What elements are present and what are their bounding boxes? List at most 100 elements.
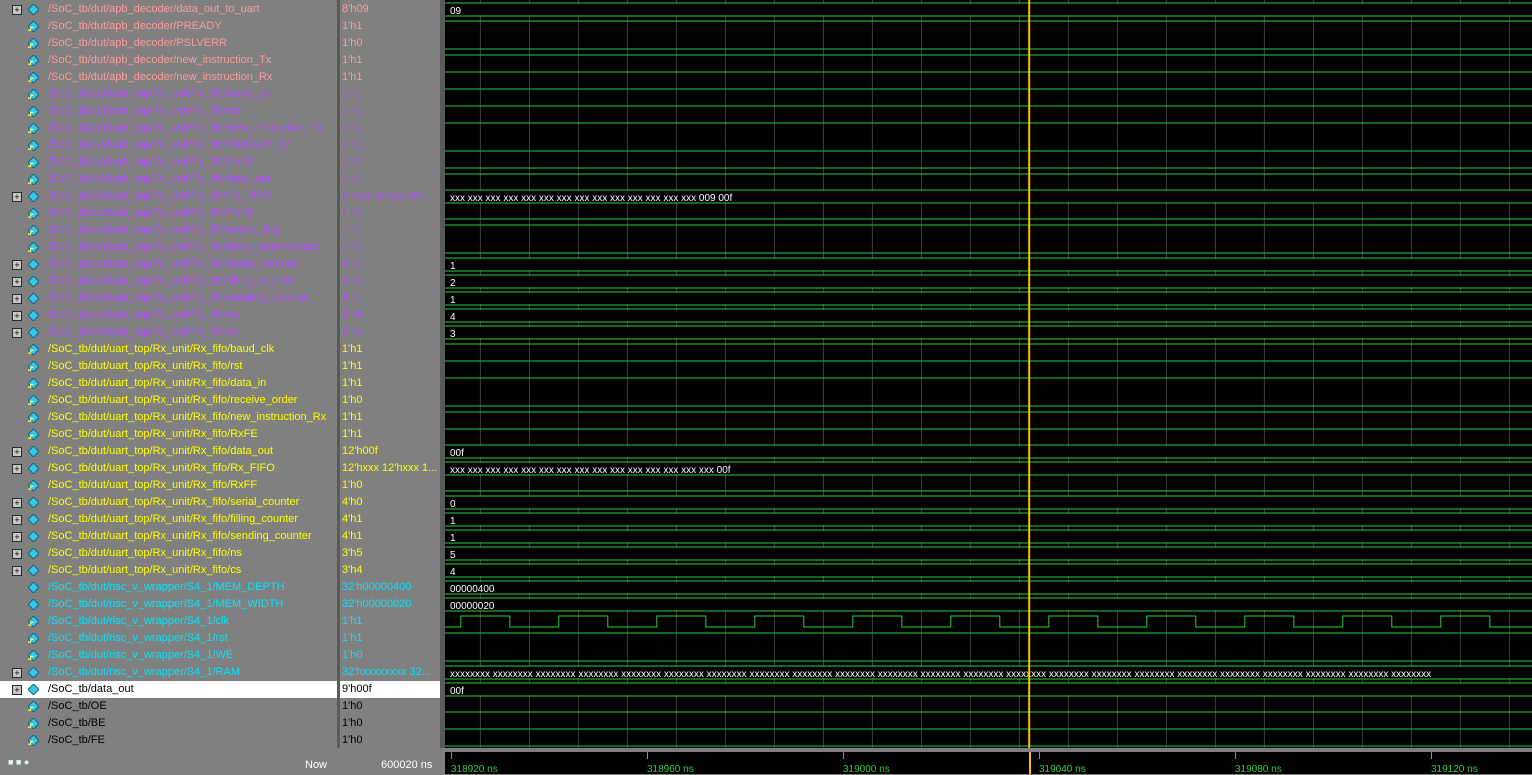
signal-value-row[interactable]: 1'h0 — [340, 239, 440, 256]
signal-value-row[interactable]: 1'h0 — [340, 205, 440, 222]
signal-value-row[interactable]: 12'h00f — [340, 443, 440, 460]
signal-row[interactable]: /SoC_tb/dut/uart_top/Tx_unit/Tx_fifo/don… — [0, 239, 337, 256]
signal-value-row[interactable]: 1'h1 — [340, 18, 440, 35]
waveform-pane[interactable]: 09 xxx xxx xxx xxx xxx xxx xxx xxx xxx xx… — [445, 0, 1532, 748]
signal-row[interactable]: + /SoC_tb/dut/apb_decoder/data_out_to_uar… — [0, 1, 337, 18]
signal-value-row[interactable]: 3'h4 — [340, 562, 440, 579]
expand-toggle-icon[interactable]: + — [12, 311, 22, 321]
signal-row[interactable]: /SoC_tb/dut/uart_top/Tx_unit/Tx_fifo/TxF… — [0, 154, 337, 171]
signal-value-row[interactable]: 1'h1 — [340, 171, 440, 188]
signal-value-row[interactable]: 1'h0 — [340, 698, 440, 715]
signal-row[interactable]: /SoC_tb/dut/risc_v_wrapper/S4_1/MEM_WIDT… — [0, 596, 337, 613]
signal-value-row[interactable]: 1'h0 — [340, 392, 440, 409]
expand-toggle-icon[interactable]: + — [12, 566, 22, 576]
signal-row[interactable]: /SoC_tb/dut/uart_top/Rx_unit/Rx_fifo/rst — [0, 358, 337, 375]
expand-toggle-icon[interactable]: + — [12, 328, 22, 338]
expand-toggle-icon[interactable]: + — [12, 260, 22, 270]
signal-row[interactable]: /SoC_tb/dut/uart_top/Rx_unit/Rx_fifo/bau… — [0, 341, 337, 358]
signal-row[interactable]: /SoC_tb/dut/apb_decoder/PREADY — [0, 18, 337, 35]
signal-value-row[interactable]: 32'h00000020 — [340, 596, 440, 613]
signal-row[interactable]: + /SoC_tb/dut/uart_top/Tx_unit/Tx_fifo/se… — [0, 290, 337, 307]
signal-row[interactable]: + /SoC_tb/dut/uart_top/Rx_unit/Rx_fifo/se… — [0, 494, 337, 511]
signal-row[interactable]: /SoC_tb/dut/apb_decoder/new_instruction_… — [0, 52, 337, 69]
signal-row[interactable]: /SoC_tb/FE — [0, 732, 337, 749]
signal-row[interactable]: /SoC_tb/dut/uart_top/Tx_unit/Tx_fifo/dat… — [0, 171, 337, 188]
signal-value-row[interactable]: 1'h1 — [340, 222, 440, 239]
signal-row[interactable]: /SoC_tb/dut/uart_top/Rx_unit/Rx_fifo/rec… — [0, 392, 337, 409]
signal-value-row[interactable]: 4'h1 — [340, 290, 440, 307]
signal-row[interactable]: /SoC_tb/dut/risc_v_wrapper/S4_1/WE — [0, 647, 337, 664]
signal-row[interactable]: /SoC_tb/dut/uart_top/Rx_unit/Rx_fifo/new… — [0, 409, 337, 426]
signal-value-row[interactable]: 12'hxxx 12'hxxx 1... — [340, 460, 440, 477]
signal-row[interactable]: /SoC_tb/dut/uart_top/Rx_unit/Rx_fifo/RxF… — [0, 477, 337, 494]
signal-row[interactable]: /SoC_tb/dut/uart_top/Tx_unit/Tx_fifo/PRE… — [0, 137, 337, 154]
signal-row[interactable]: /SoC_tb/dut/uart_top/Tx_unit/Tx_fifo/act… — [0, 222, 337, 239]
signal-row[interactable]: /SoC_tb/dut/uart_top/Tx_unit/Tx_fifo/TxF… — [0, 205, 337, 222]
signal-value-row[interactable]: 3'h4 — [340, 307, 440, 324]
signal-row[interactable]: /SoC_tb/dut/risc_v_wrapper/S4_1/rst — [0, 630, 337, 647]
signal-row[interactable]: /SoC_tb/dut/risc_v_wrapper/S4_1/clk — [0, 613, 337, 630]
signal-value-row[interactable]: 4'h0 — [340, 494, 440, 511]
signal-value-row[interactable]: 3'h5 — [340, 545, 440, 562]
expand-toggle-icon[interactable]: + — [12, 447, 22, 457]
signal-value-row[interactable]: 1'h1 — [340, 358, 440, 375]
signal-value-row[interactable]: 4'h1 — [340, 256, 440, 273]
signal-row[interactable]: + /SoC_tb/dut/risc_v_wrapper/S4_1/RAM — [0, 664, 337, 681]
signal-row[interactable]: /SoC_tb/dut/risc_v_wrapper/S4_1/MEM_DEPT… — [0, 579, 337, 596]
signal-value-row[interactable]: 1'h0 — [340, 647, 440, 664]
signal-value-row[interactable]: 1'h0 — [340, 154, 440, 171]
signal-value-row[interactable]: 4'h1 — [340, 528, 440, 545]
expand-toggle-icon[interactable]: + — [12, 532, 22, 542]
signal-row[interactable]: + /SoC_tb/dut/uart_top/Tx_unit/Tx_fifo/se… — [0, 256, 337, 273]
signal-value-row[interactable]: 1'h1 — [340, 341, 440, 358]
expand-toggle-icon[interactable]: + — [12, 277, 22, 287]
waveform-canvas[interactable]: 09 xxx xxx xxx xxx xxx xxx xxx xxx xxx xx… — [445, 0, 1532, 748]
signal-row[interactable]: /SoC_tb/dut/uart_top/Tx_unit/Tx_fifo/bau… — [0, 86, 337, 103]
expand-toggle-icon[interactable]: + — [12, 464, 22, 474]
signal-row[interactable]: /SoC_tb/dut/uart_top/Rx_unit/Rx_fifo/dat… — [0, 375, 337, 392]
signal-value-row[interactable]: 8'h09 — [340, 1, 440, 18]
signal-value-row[interactable]: 1'h1 — [340, 86, 440, 103]
signal-row[interactable]: /SoC_tb/dut/uart_top/Rx_unit/Rx_fifo/RxF… — [0, 426, 337, 443]
expand-toggle-icon[interactable]: + — [12, 5, 22, 15]
signal-row[interactable]: + /SoC_tb/dut/uart_top/Tx_unit/Tx_fifo/Tx… — [0, 188, 337, 205]
signal-value-row[interactable]: 1'h1 — [340, 409, 440, 426]
signal-value-row[interactable]: 1'h1 — [340, 426, 440, 443]
signal-value-row[interactable]: 1'h0 — [340, 715, 440, 732]
expand-toggle-icon[interactable]: + — [12, 685, 22, 695]
signal-row[interactable]: /SoC_tb/dut/apb_decoder/new_instruction_… — [0, 69, 337, 86]
timeline-cursor-marker[interactable] — [1029, 752, 1032, 774]
signal-value-row[interactable]: 9'hxxx 9'hxxx 9'h... — [340, 188, 440, 205]
signal-row[interactable]: /SoC_tb/BE — [0, 715, 337, 732]
signal-row[interactable]: + /SoC_tb/dut/uart_top/Rx_unit/Rx_fifo/cs — [0, 562, 337, 579]
signal-value-row[interactable]: 1'h0 — [340, 732, 440, 749]
signal-value-row[interactable]: 1'h1 — [340, 52, 440, 69]
signal-value-row[interactable]: 3'h3 — [340, 324, 440, 341]
signal-row[interactable]: /SoC_tb/dut/uart_top/Tx_unit/Tx_fifo/rst — [0, 103, 337, 120]
signal-row[interactable]: + /SoC_tb/data_out — [0, 681, 337, 698]
signal-row[interactable]: /SoC_tb/dut/uart_top/Tx_unit/Tx_fifo/new… — [0, 120, 337, 137]
timeline-ruler[interactable]: 318920 ns 318960 ns 319000 ns 319040 ns 3190… — [445, 752, 1532, 775]
expand-toggle-icon[interactable]: + — [12, 549, 22, 559]
signal-value-row[interactable]: 1'h1 — [340, 69, 440, 86]
expand-toggle-icon[interactable]: + — [12, 294, 22, 304]
signal-row[interactable]: + /SoC_tb/dut/uart_top/Tx_unit/Tx_fifo/ns — [0, 307, 337, 324]
signal-row[interactable]: /SoC_tb/dut/apb_decoder/PSLVERR — [0, 35, 337, 52]
expand-toggle-icon[interactable]: + — [12, 668, 22, 678]
signal-value-row[interactable]: 1'h1 — [340, 120, 440, 137]
signal-value-row[interactable]: 1'h0 — [340, 137, 440, 154]
expand-toggle-icon[interactable]: + — [12, 515, 22, 525]
signal-row[interactable]: + /SoC_tb/dut/uart_top/Tx_unit/Tx_fifo/fi… — [0, 273, 337, 290]
signal-value-row[interactable]: 1'h1 — [340, 375, 440, 392]
signal-row[interactable]: + /SoC_tb/dut/uart_top/Rx_unit/Rx_fifo/fi… — [0, 511, 337, 528]
signal-value-row[interactable]: 1'h1 — [340, 630, 440, 647]
signal-row[interactable]: + /SoC_tb/dut/uart_top/Rx_unit/Rx_fifo/da… — [0, 443, 337, 460]
signal-value-row[interactable]: 4'h2 — [340, 273, 440, 290]
signal-value-row[interactable]: 4'h1 — [340, 511, 440, 528]
signal-value-row[interactable]: 9'h00f — [340, 681, 440, 698]
signal-value-row[interactable]: 1'h0 — [340, 477, 440, 494]
signal-row[interactable]: + /SoC_tb/dut/uart_top/Tx_unit/Tx_fifo/cs — [0, 324, 337, 341]
signal-row[interactable]: + /SoC_tb/dut/uart_top/Rx_unit/Rx_fifo/ns — [0, 545, 337, 562]
signal-value-row[interactable]: 1'h1 — [340, 613, 440, 630]
signal-row[interactable]: + /SoC_tb/dut/uart_top/Rx_unit/Rx_fifo/Rx… — [0, 460, 337, 477]
